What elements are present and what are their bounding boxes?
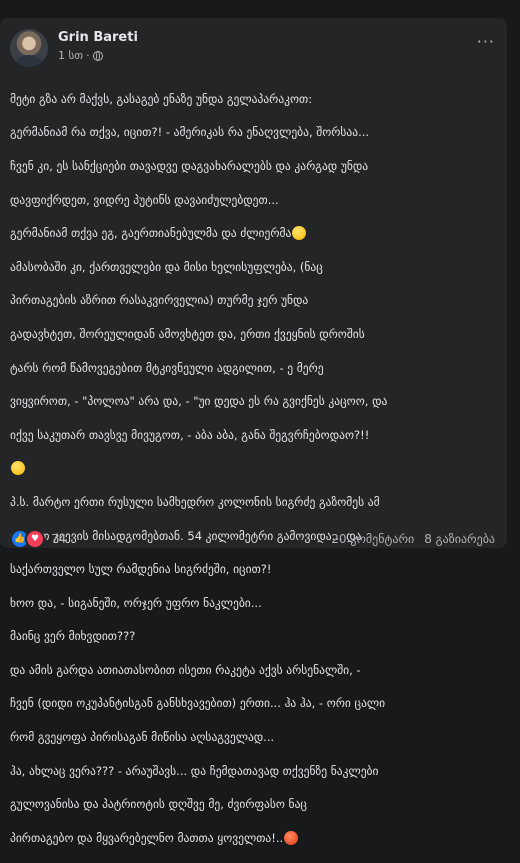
post-line: მაინც ვერ მიხვდით??? [10,629,136,644]
thinking-face-icon [292,226,307,241]
post-line: საქართველო სულ რამდენია სიგრძეში, იცით?! [10,562,272,577]
sad-face-icon [11,461,25,476]
avatar[interactable] [10,29,48,67]
post-line: რომ გვეყოფა პირისაგან მიწისა აღსაგველად.… [10,730,275,745]
post-line: ამასობაში კი, ქართველები და მისი ხელისუფ… [10,259,323,274]
post-line: გულოვანისა და პატრიოტის დღშვე მე, ძვირფა… [10,797,307,812]
post-line: ვიყვიროთ, - "პოლოა" არა და, - "უი დედა ე… [10,394,388,409]
post-line-text: პირთაგებო და მყვარებელნო მათთა ყოველთა!.… [10,830,284,845]
shares-count[interactable]: 8 გაზიარება [424,532,495,546]
post-line: პ.ს. მარტო ერთი რუსული სამხედრო კოლონის … [10,494,380,509]
comments-count[interactable]: 20 კომენტარი [331,532,414,546]
post-line-text: გერმანიამ თქვა ეგ, გაერთიანებულმა და ძლი… [10,226,292,241]
post-line: ჩვენ (დიდი ოკუპანტისგან განსხვავებით) ერ… [10,696,386,711]
author-name[interactable]: Grin Bareti [58,30,138,45]
post-line: ჩვენ კი, ეს სანქციები თავადვე დაგვახარალ… [10,158,369,173]
globe-icon [92,50,103,61]
post-card: Grin Bareti 1 სთ · ··· მეტი გზა არ მაქვს… [0,18,507,845]
post-line: და ამის გარდა ათიათასობით ისეთი რაკეტა ა… [10,662,361,677]
post-line: გერმანიამ რა თქვა, იცით?! - ამერიკას რა … [10,125,370,140]
love-reaction-icon[interactable]: ♥ [25,529,45,549]
angry-face-icon [284,830,299,845]
post-line [10,460,498,477]
post-line: პირთაგების აზრით რასაკვირველია) თურმე ჯე… [10,293,309,308]
post-line: იქვე საკუთარ თავსვე მივუგოთ, - აბა აბა, … [10,427,370,442]
post-line: მეტი გზა არ მაქვს, გასაგებ ენაზე უნდა გე… [10,91,313,106]
post-line: პირთაგებო და მყვარებელნო მათთა ყოველთა!.… [10,830,498,847]
post-line: გადავხტეთ, შორეულიდან ამოვხტეთ და, ერთი … [10,326,365,341]
engagement-meta: 20 კომენტარი 8 გაზიარება [331,532,495,546]
post-line: გერმანიამ თქვა ეგ, გაერთიანებულმა და ძლი… [10,225,498,242]
reactions-count[interactable]: 74 [51,532,66,546]
more-options-icon[interactable]: ··· [477,32,495,51]
post-line: ტარს რომ წამოვეგებით მტკივნეული ადგილით,… [10,360,324,375]
post-footer: 👍 ♥ 74 20 კომენტარი 8 გაზიარება [10,529,495,549]
post-meta: 1 სთ · [58,49,103,62]
post-line: ხოო და, - სიგანეში, ორჯერ უფრო ნაკლები..… [10,595,262,610]
post-time[interactable]: 1 სთ [58,49,83,62]
meta-separator: · [86,49,90,62]
post-body: მეტი გზა არ მაქვს, გასაგებ ენაზე უნდა გე… [10,74,498,863]
post-line: ჰა, ახლაც ვერა??? - არაუშავს... და ჩემდა… [10,763,379,778]
post-line: დავფიქრდეთ, ვიდრე პუტინს დავაიძულებდეთ..… [10,192,279,207]
